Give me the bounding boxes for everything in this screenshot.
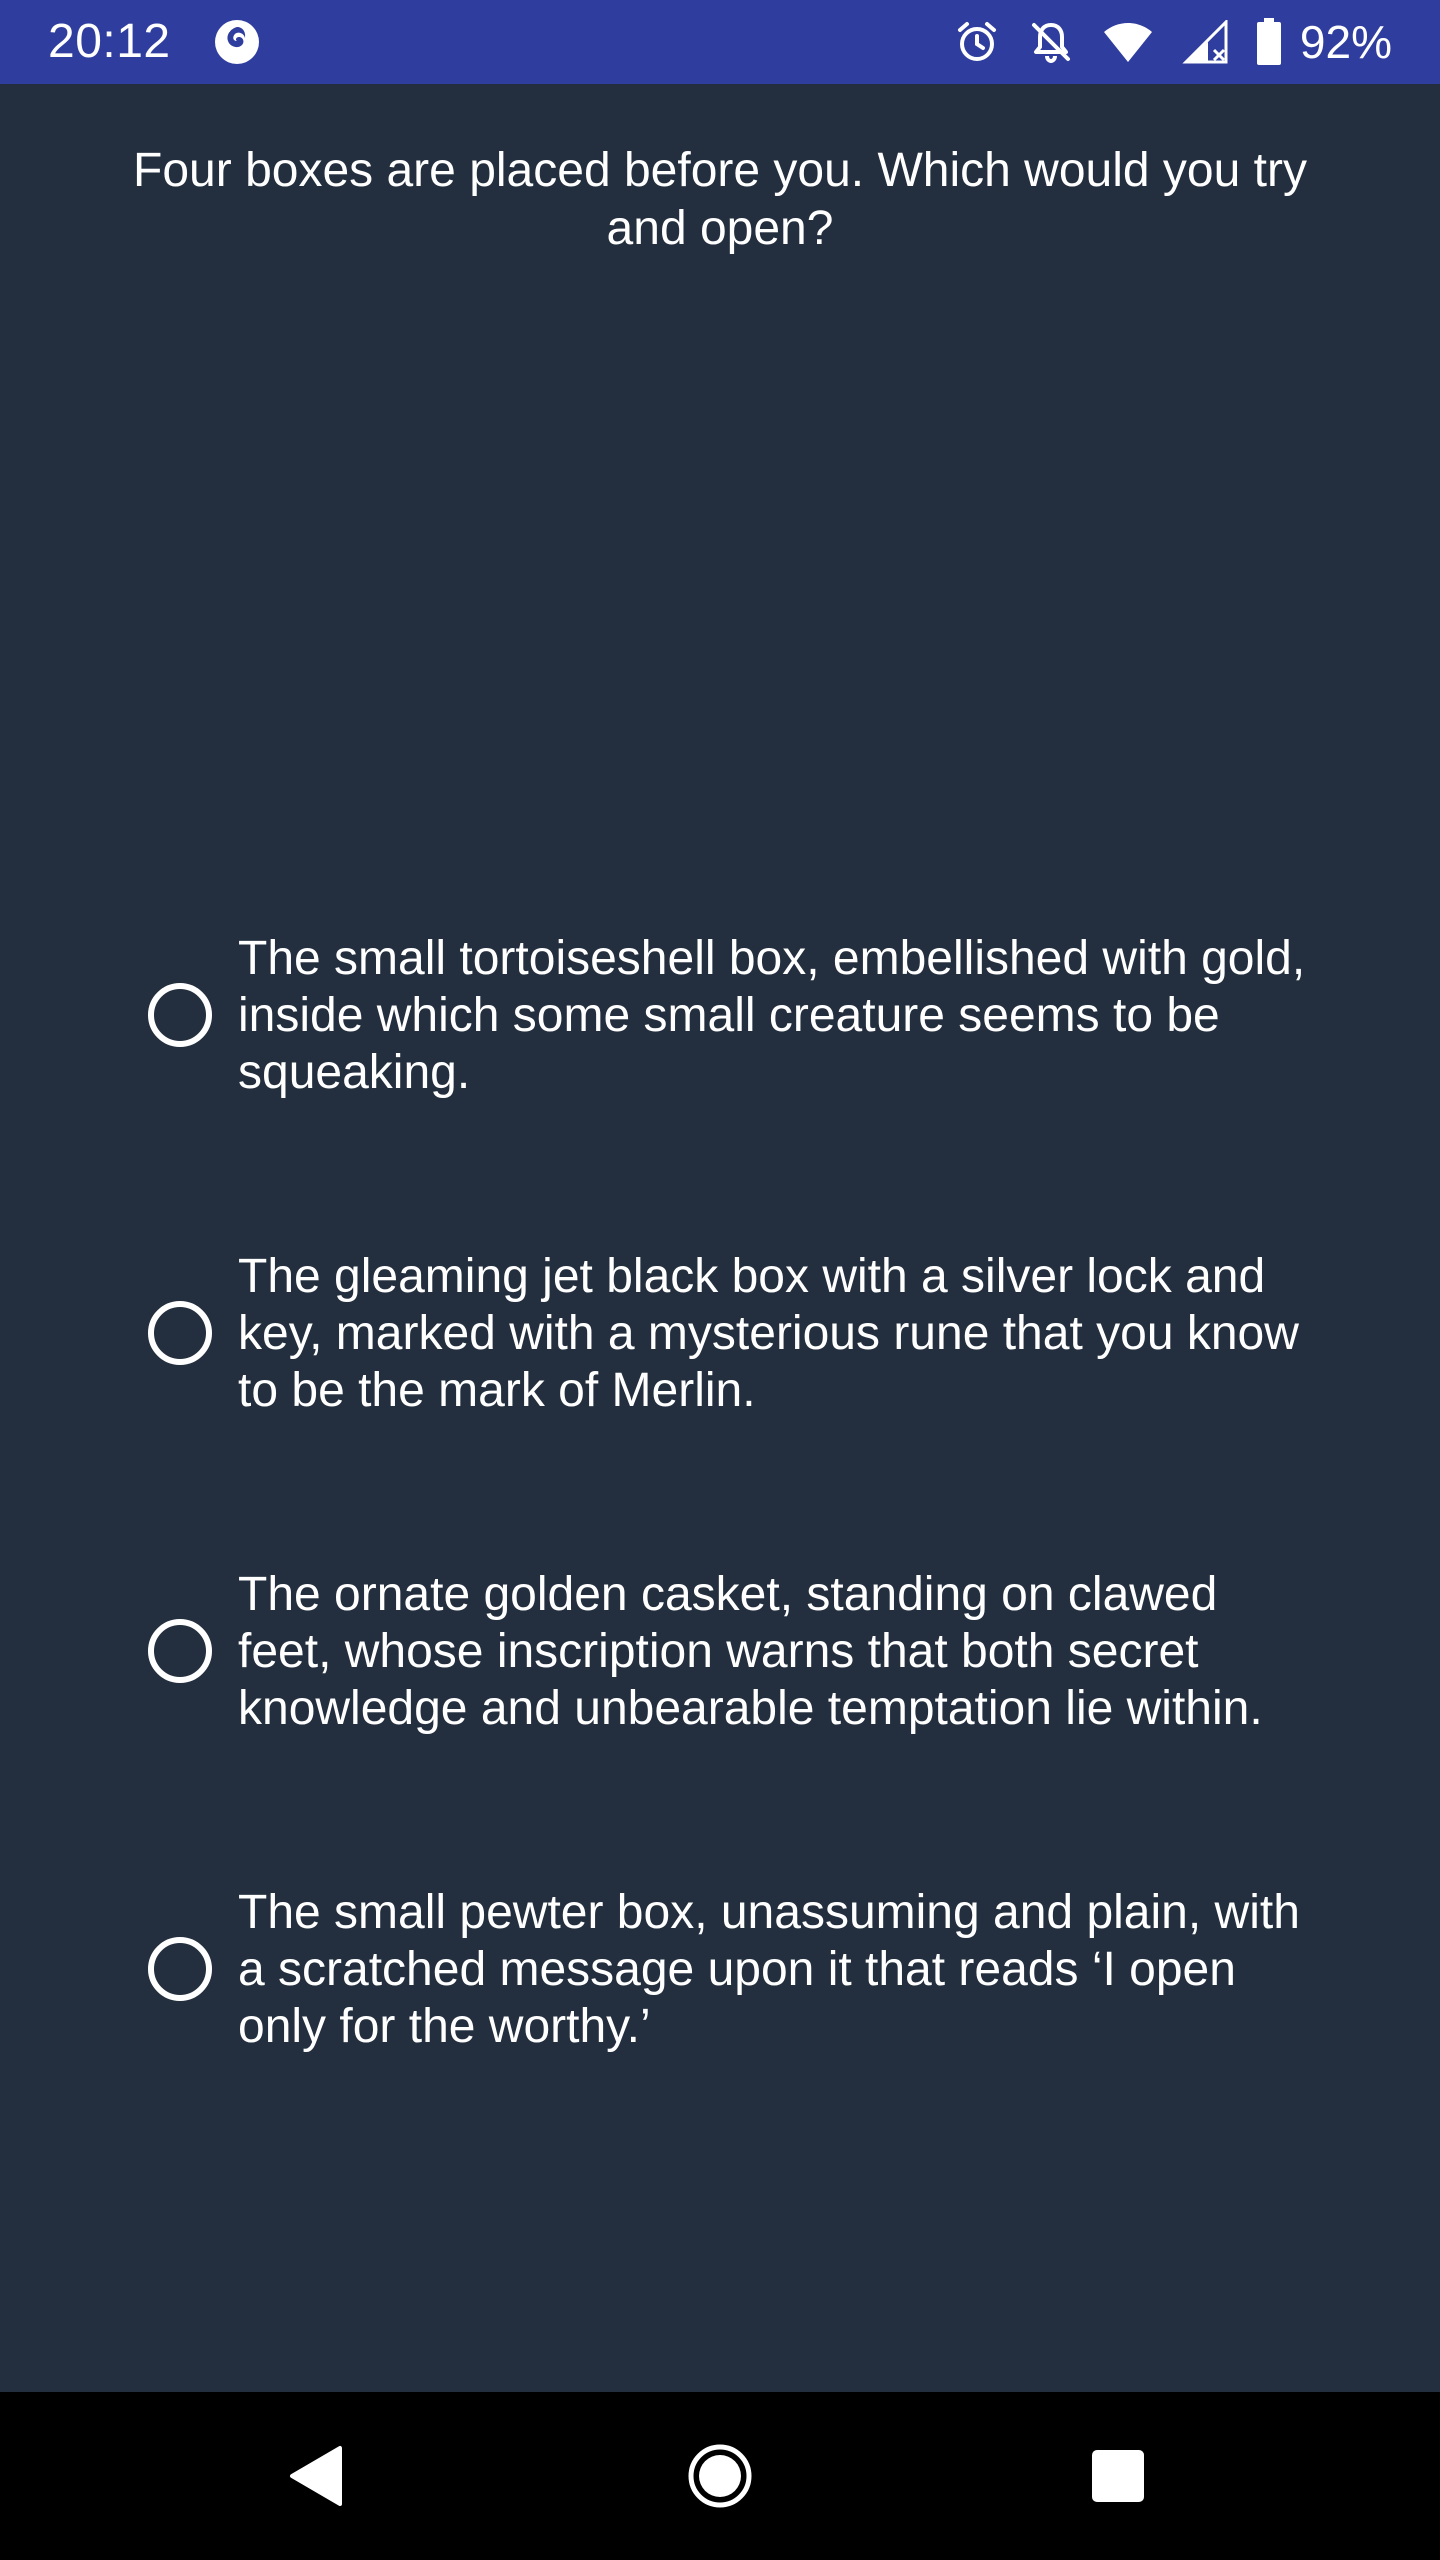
radio-button[interactable] (148, 1937, 212, 2001)
battery-icon (1256, 18, 1282, 66)
radio-button[interactable] (148, 983, 212, 1047)
alarm-icon (954, 19, 1000, 65)
firefox-icon (211, 16, 263, 68)
back-icon[interactable] (236, 2392, 396, 2560)
battery-percent: 92% (1299, 16, 1392, 68)
radio-button[interactable] (148, 1301, 212, 1365)
option-jet-black-box[interactable]: The gleaming jet black box with a silver… (140, 1246, 1320, 1420)
answer-options: The small tortoiseshell box, embellished… (140, 928, 1320, 2200)
notifications-off-icon (1028, 19, 1074, 65)
wifi-icon (1102, 20, 1154, 64)
option-golden-casket[interactable]: The ornate golden casket, standing on cl… (140, 1564, 1320, 1738)
option-label: The ornate golden casket, standing on cl… (238, 1567, 1263, 1735)
status-bar: 20:12 92% (0, 0, 1440, 84)
cell-signal-icon (1182, 20, 1228, 64)
status-time: 20:12 (48, 15, 171, 68)
navigation-bar (0, 2392, 1440, 2560)
option-tortoiseshell-box[interactable]: The small tortoiseshell box, embellished… (140, 928, 1320, 1102)
option-label: The small pewter box, unassuming and pla… (238, 1885, 1300, 2053)
option-pewter-box[interactable]: The small pewter box, unassuming and pla… (140, 1882, 1320, 2056)
option-label: The gleaming jet black box with a silver… (238, 1249, 1299, 1417)
option-label: The small tortoiseshell box, embellished… (238, 931, 1306, 1099)
recents-icon[interactable] (1038, 2392, 1198, 2560)
radio-button[interactable] (148, 1619, 212, 1683)
status-icons: 92% (954, 0, 1392, 84)
question-text: Four boxes are placed before you. Which … (133, 144, 1307, 255)
home-icon[interactable] (640, 2392, 800, 2560)
